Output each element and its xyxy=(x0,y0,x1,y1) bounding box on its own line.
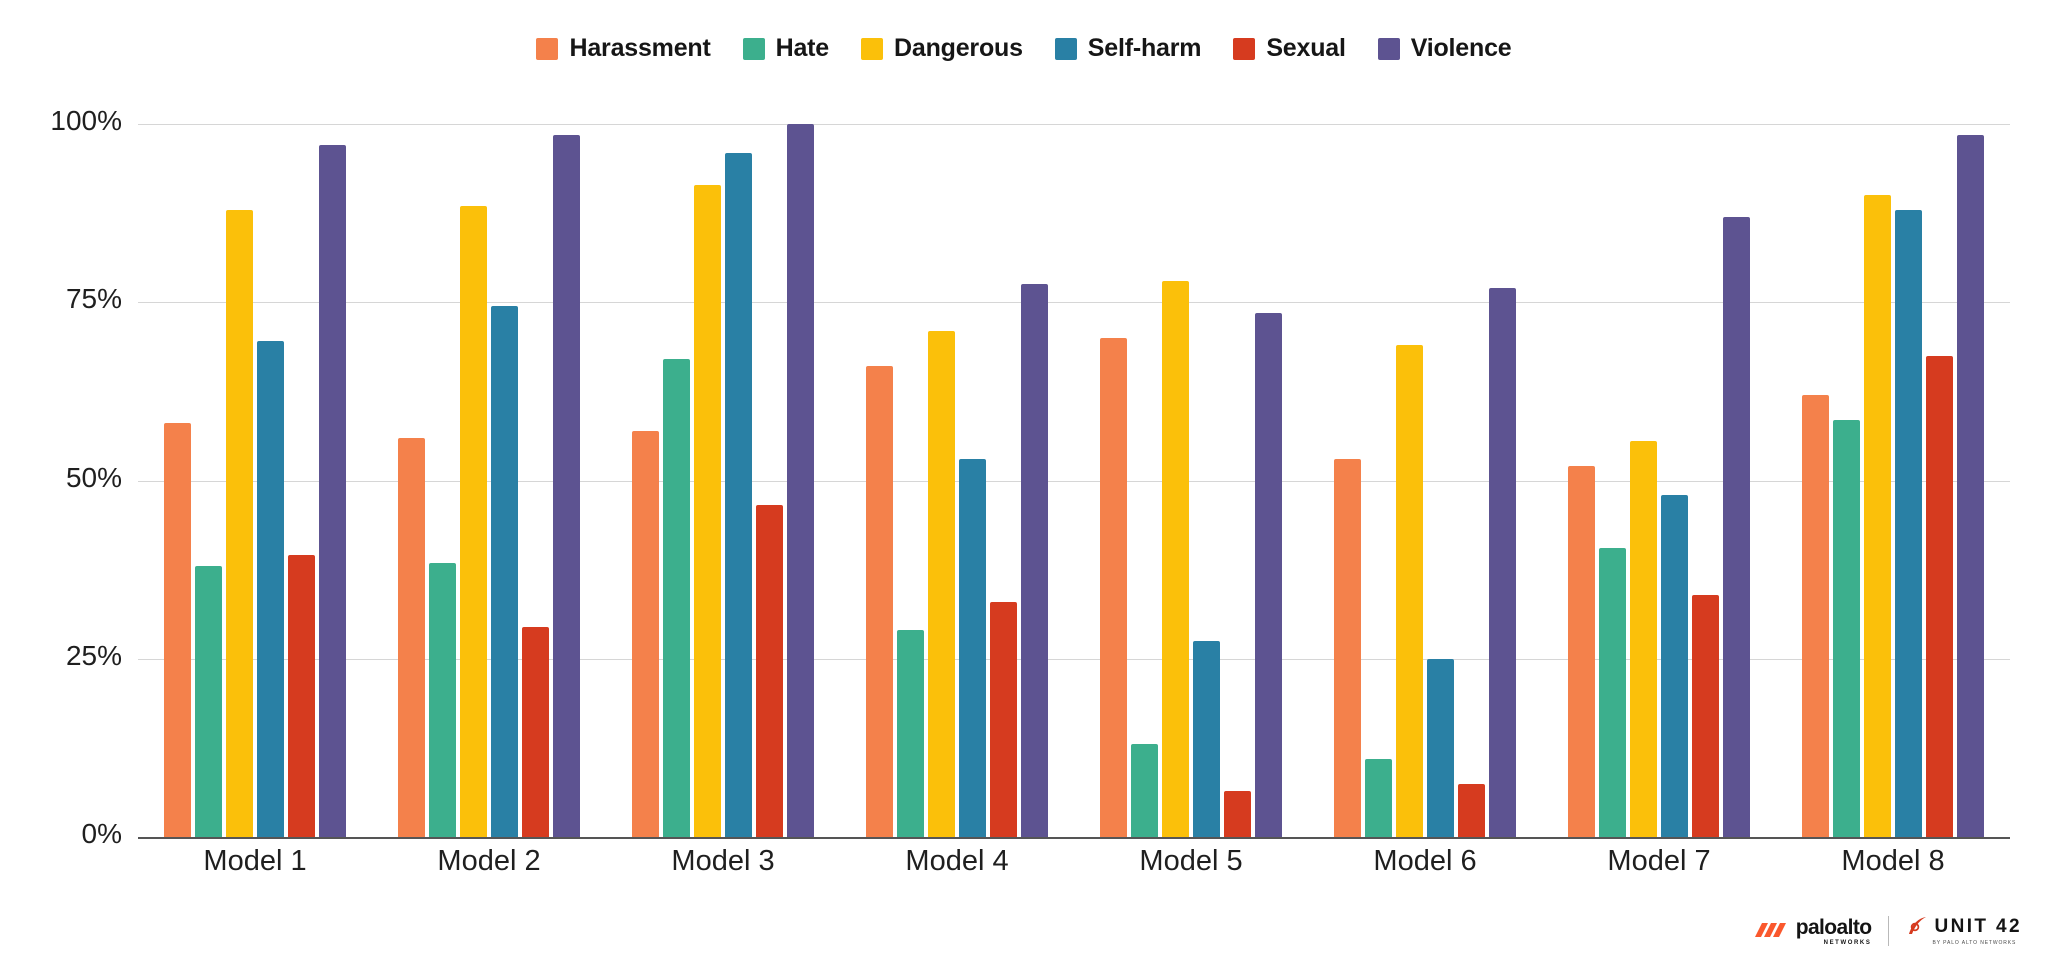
bar-violence[interactable] xyxy=(1957,134,1984,837)
bar-harassment[interactable] xyxy=(1568,466,1595,837)
x-axis-tick-label: Model 7 xyxy=(1607,845,1711,877)
bar-violence[interactable] xyxy=(1021,284,1048,837)
bar-self-harm[interactable] xyxy=(725,152,752,837)
bar-group xyxy=(372,124,606,837)
bar-self-harm[interactable] xyxy=(1661,494,1688,837)
bar-dangerous[interactable] xyxy=(460,206,487,837)
bar-violence[interactable] xyxy=(1723,216,1750,837)
bar-sexual[interactable] xyxy=(1458,783,1485,837)
paloalto-logo: paloalto NETWORKS xyxy=(1754,917,1872,946)
bar-violence[interactable] xyxy=(1489,288,1516,837)
bar-self-harm[interactable] xyxy=(1193,640,1220,837)
paloalto-wordmark: paloalto NETWORKS xyxy=(1796,917,1872,946)
bar-sexual[interactable] xyxy=(1926,355,1953,837)
bar-hate[interactable] xyxy=(195,566,222,837)
y-axis-tick-label: 50% xyxy=(65,461,122,493)
paloalto-name: paloalto xyxy=(1795,915,1872,939)
bar-group xyxy=(840,124,1074,837)
bar-group xyxy=(1776,124,2010,837)
logo-divider xyxy=(1888,916,1890,946)
unit42-wordmark: UNIT 42 xyxy=(1906,916,2022,938)
bar-group xyxy=(606,124,840,837)
bar-hate[interactable] xyxy=(429,562,456,837)
bar-dangerous[interactable] xyxy=(928,330,955,837)
bar-violence[interactable] xyxy=(787,124,814,837)
x-axis-tick-label: Model 6 xyxy=(1373,845,1477,877)
bar-sexual[interactable] xyxy=(990,601,1017,837)
footer-logos: paloalto NETWORKS UNIT 42 BY PALO ALTO N… xyxy=(1754,913,2022,949)
bar-hate[interactable] xyxy=(1131,744,1158,837)
y-axis-tick-label: 25% xyxy=(65,639,122,671)
bar-dangerous[interactable] xyxy=(1162,280,1189,837)
x-axis-tick-label: Model 5 xyxy=(1139,845,1243,877)
bar-self-harm[interactable] xyxy=(491,305,518,837)
bar-harassment[interactable] xyxy=(1802,394,1829,837)
x-axis-labels: Model 1 Model 2 Model 3 Model 4 Model 5 Model… xyxy=(138,845,2010,878)
bar-hate[interactable] xyxy=(663,359,690,837)
x-axis-tick-label: Model 3 xyxy=(671,845,775,877)
paloalto-mark-icon xyxy=(1754,923,1786,937)
bar-hate[interactable] xyxy=(1365,758,1392,837)
bar-self-harm[interactable] xyxy=(257,341,284,837)
bar-dangerous[interactable] xyxy=(1396,345,1423,837)
bar-dangerous[interactable] xyxy=(1864,195,1891,837)
bar-group xyxy=(1308,124,1542,837)
bar-sexual[interactable] xyxy=(756,505,783,837)
bar-sexual[interactable] xyxy=(288,555,315,837)
y-axis-tick-label: 75% xyxy=(65,283,122,315)
bar-harassment[interactable] xyxy=(1100,337,1127,837)
x-axis-tick-label: Model 2 xyxy=(437,845,541,877)
bar-harassment[interactable] xyxy=(398,437,425,837)
unit42-logo: UNIT 42 BY PALO ALTO NETWORKS xyxy=(1906,916,2022,946)
y-axis-tick-label: 0% xyxy=(81,818,122,849)
bar-sexual[interactable] xyxy=(1692,594,1719,837)
bar-sexual[interactable] xyxy=(1224,790,1251,837)
bar-self-harm[interactable] xyxy=(1427,658,1454,837)
bar-violence[interactable] xyxy=(553,134,580,837)
unit42-name: UNIT 42 xyxy=(1934,916,2022,937)
bar-group xyxy=(1542,124,1776,837)
bar-group xyxy=(1074,124,1308,837)
bar-violence[interactable] xyxy=(1255,312,1282,837)
bar-harassment[interactable] xyxy=(1334,459,1361,837)
bar-chart: Model 1 Model 2 Model 3 Model 4 Model 5 Model… xyxy=(0,0,2048,900)
bar-dangerous[interactable] xyxy=(1630,441,1657,837)
x-axis-tick-label: Model 4 xyxy=(905,845,1009,877)
bar-sexual[interactable] xyxy=(522,626,549,837)
bar-group xyxy=(138,124,372,837)
bar-hate[interactable] xyxy=(1599,548,1626,837)
y-axis-tick-label: 100% xyxy=(50,105,122,136)
bar-harassment[interactable] xyxy=(632,430,659,837)
bar-harassment[interactable] xyxy=(866,366,893,837)
bar-dangerous[interactable] xyxy=(226,209,253,837)
bar-dangerous[interactable] xyxy=(694,184,721,837)
gridline xyxy=(138,837,2010,839)
unit42-mark-icon xyxy=(1909,917,1927,934)
paloalto-subtitle: NETWORKS xyxy=(1823,939,1872,946)
bar-harassment[interactable] xyxy=(164,423,191,837)
x-axis-tick-label: Model 1 xyxy=(203,845,307,877)
x-axis-tick-label: Model 8 xyxy=(1841,845,1945,877)
bar-hate[interactable] xyxy=(1833,419,1860,837)
bar-self-harm[interactable] xyxy=(1895,209,1922,837)
bar-hate[interactable] xyxy=(897,630,924,837)
bar-groups xyxy=(138,124,2010,837)
bar-violence[interactable] xyxy=(319,145,346,837)
bar-self-harm[interactable] xyxy=(959,459,986,837)
unit42-subtitle: BY PALO ALTO NETWORKS xyxy=(1932,940,2017,946)
